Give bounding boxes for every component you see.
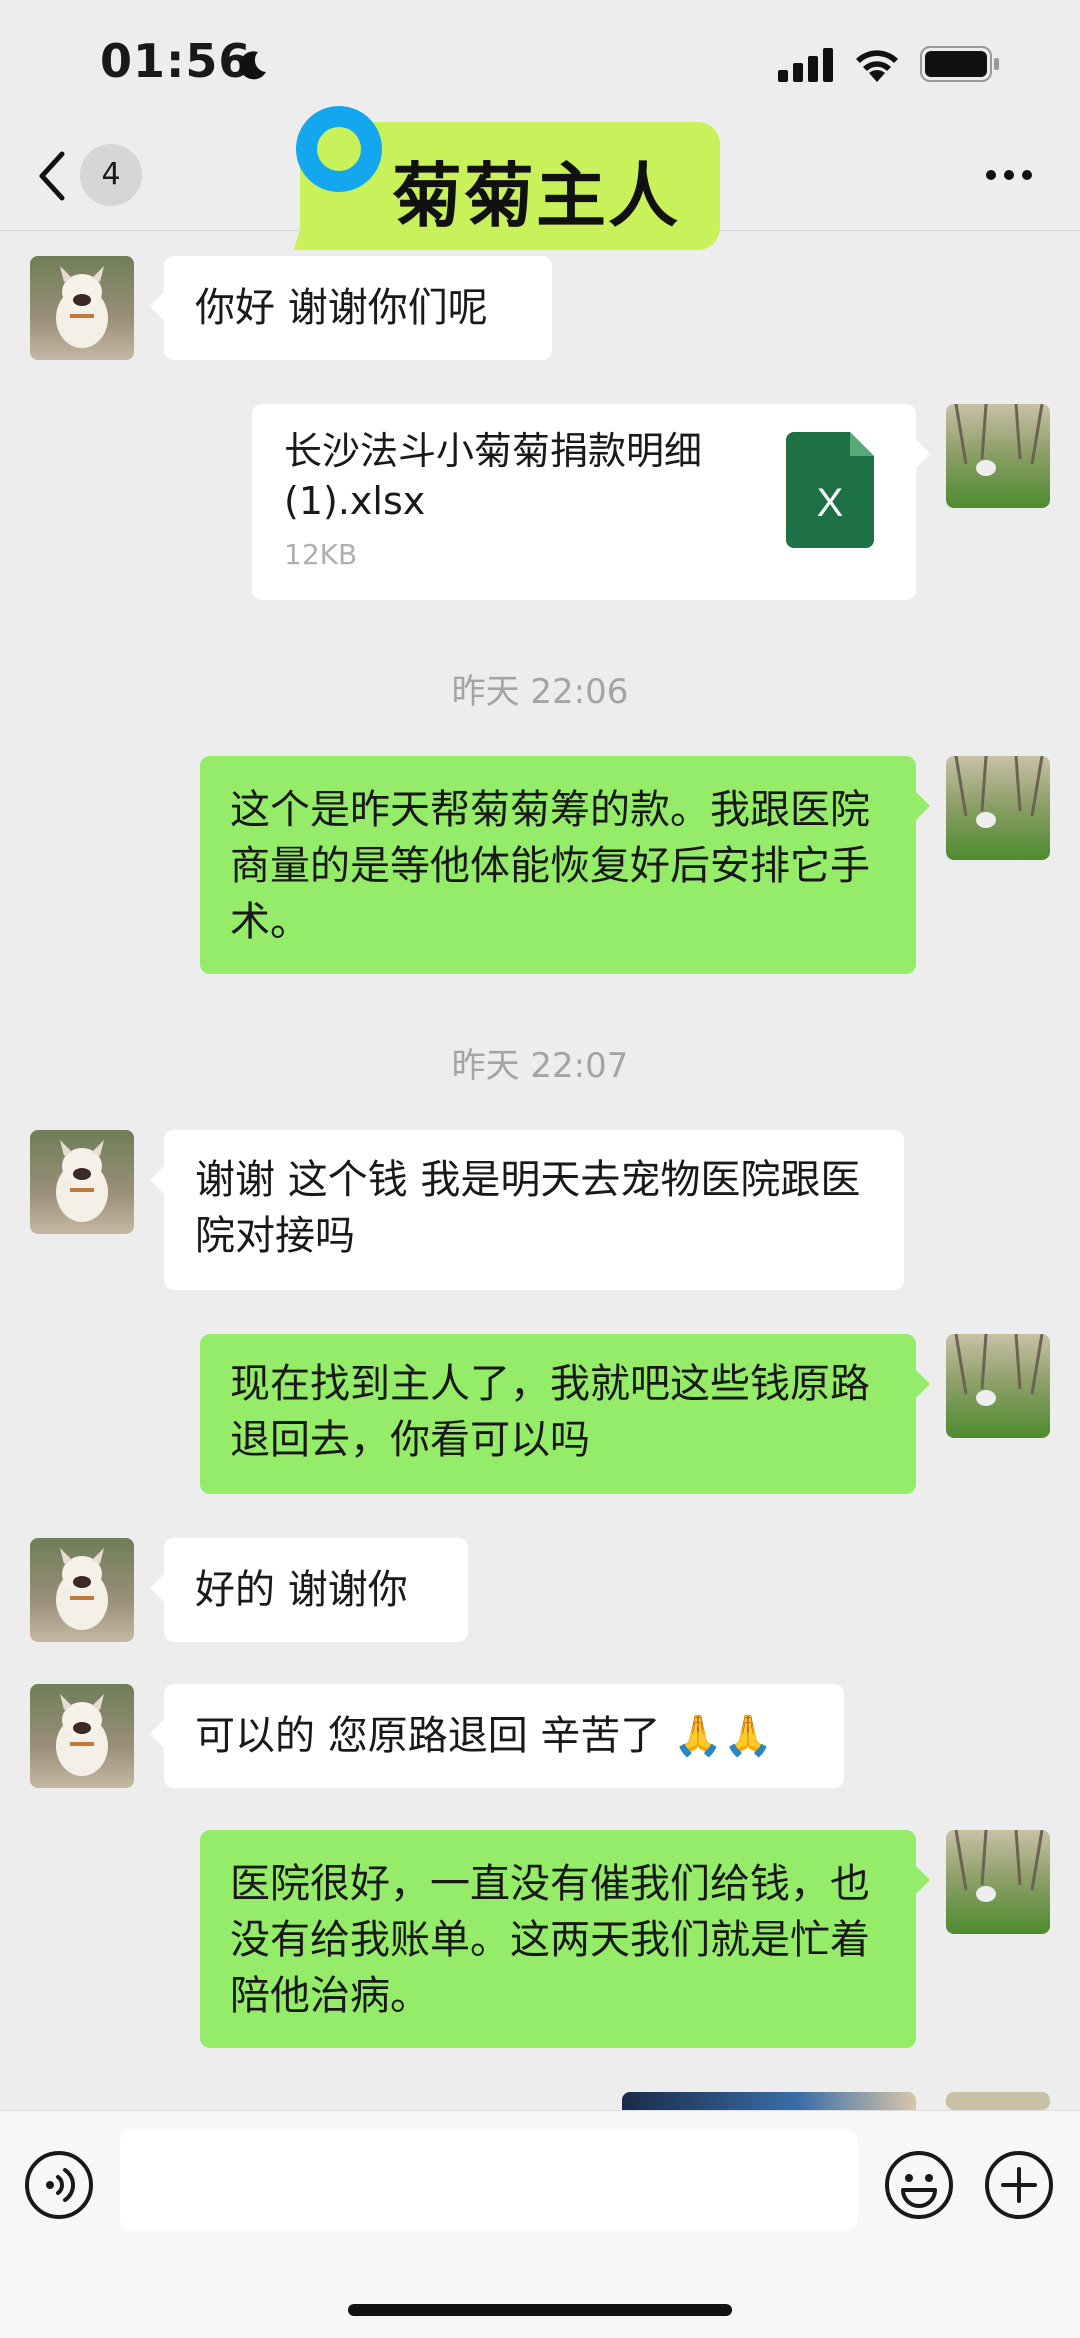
title-ring-decoration [296,106,382,192]
wifi-icon [856,50,898,82]
message-bubble-incoming[interactable]: 你好 谢谢你们呢 [150,256,552,360]
file-name: 长沙法斗小菊菊捐款明细 (1).xlsx [284,429,703,523]
contact-avatar[interactable] [30,256,134,360]
timestamp: 昨天 22:06 [451,672,629,712]
my-avatar[interactable] [946,1830,1050,1934]
my-avatar[interactable] [946,404,1050,508]
status-bar: 01:56 [0,0,1080,120]
my-avatar[interactable] [946,2092,1050,2110]
message-text: 这个是昨天帮菊菊筹的款。我跟医院商量的是等他体能恢复好后安排它手术。 [230,787,870,945]
message-text: 谢谢 这个钱 我是明天去宠物医院跟医院对接吗 [195,1157,861,1259]
more-icon[interactable] [984,168,1034,182]
message-text: 现在找到主人了，我就吧这些钱原路退回去，你看可以吗 [230,1361,870,1463]
excel-file-icon: X [786,432,874,548]
status-time: 01:56 [100,34,252,88]
voice-icon[interactable] [24,2150,94,2220]
contact-avatar[interactable] [30,1684,134,1788]
home-indicator[interactable] [348,2304,732,2316]
my-avatar[interactable] [946,1334,1050,1438]
signal-icon [778,48,833,82]
file-icon-letter: X [817,481,844,525]
message-bubble-incoming[interactable]: 谢谢 这个钱 我是明天去宠物医院跟医院对接吗 [150,1130,904,1290]
message-bubble-outgoing[interactable]: 这个是昨天帮菊菊筹的款。我跟医院商量的是等他体能恢复好后安排它手术。 [200,756,930,974]
message-bubble-outgoing[interactable]: 医院很好，一直没有催我们给钱，也没有给我账单。这两天我们就是忙着陪他治病。 [200,1830,930,2048]
message-input[interactable] [120,2130,858,2230]
battery-icon [920,46,999,82]
contact-avatar[interactable] [30,1130,134,1234]
moon-icon [239,51,266,80]
message-bubble-incoming[interactable]: 好的 谢谢你 [150,1538,468,1642]
message-text: 医院很好，一直没有催我们给钱，也没有给我账单。这两天我们就是忙着陪他治病。 [230,1861,870,2019]
emoji-icon[interactable] [884,2150,954,2220]
my-avatar[interactable] [946,756,1050,860]
back-icon[interactable] [36,150,66,202]
message-text: 可以的 您原路退回 辛苦了 🙏🙏 [195,1713,773,1759]
unread-count-badge[interactable]: 4 [80,144,142,206]
chat-title: 菊菊主人 [392,155,680,237]
message-bubble-incoming[interactable]: 可以的 您原路退回 辛苦了 🙏🙏 [150,1684,844,1788]
message-text: 好的 谢谢你 [195,1567,408,1613]
message-bubble-outgoing[interactable]: 现在找到主人了，我就吧这些钱原路退回去，你看可以吗 [200,1334,930,1494]
file-message-card[interactable]: 长沙法斗小菊菊捐款明细 (1).xlsx 12KB X [252,404,930,600]
file-size: 12KB [284,538,358,571]
plus-icon[interactable] [984,2150,1054,2220]
timestamp: 昨天 22:07 [451,1046,629,1086]
contact-avatar[interactable] [30,1538,134,1642]
message-text: 你好 谢谢你们呢 [195,285,488,331]
